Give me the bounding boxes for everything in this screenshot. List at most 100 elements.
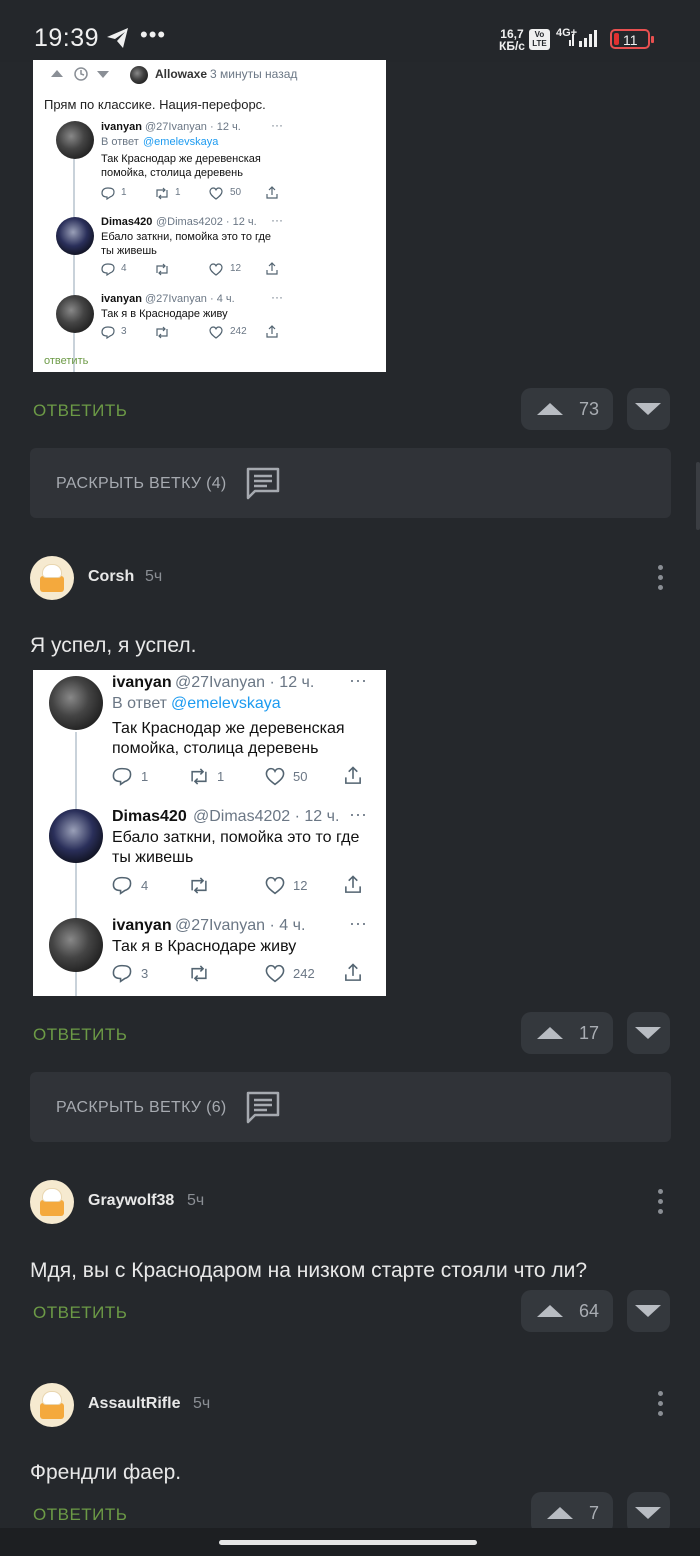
image-header-time: 3 минуты назад	[210, 67, 298, 81]
scrollbar[interactable]	[696, 462, 700, 530]
tweet-author: ivanyan	[101, 121, 142, 133]
reply-to-label: В ответ	[112, 695, 168, 712]
comment-text: Я успел, я успел.	[30, 634, 197, 657]
tweet-text: Так я в Краснодаре живу	[112, 938, 297, 955]
expand-thread-label: РАСКРЫТЬ ВЕТКУ (4)	[56, 475, 227, 492]
tweet-author: Dimas420	[101, 216, 153, 228]
thread-line	[73, 156, 75, 372]
more-icon: ···	[271, 290, 283, 304]
reply-button[interactable]: ОТВЕТИТЬ	[33, 1303, 127, 1323]
tweet-handle: @27Ivanyan · 12 ч.	[145, 121, 241, 133]
more-icon: ···	[349, 913, 367, 933]
share-icon	[345, 875, 361, 893]
reply-icon	[112, 964, 132, 983]
retweet-icon	[156, 187, 168, 200]
retweet-icon	[191, 965, 207, 982]
clock: 19:39	[34, 24, 100, 52]
more-notifications-icon: •••	[140, 22, 167, 47]
reply-icon	[101, 326, 115, 339]
expand-thread-label: РАСКРЫТЬ ВЕТКУ (6)	[56, 1099, 227, 1116]
tweet-author: Dimas420	[112, 808, 187, 825]
like-count: 12	[293, 878, 308, 893]
reply-icon	[101, 187, 115, 200]
downvote-button[interactable]	[627, 388, 670, 430]
more-menu-icon[interactable]	[658, 1391, 664, 1421]
upvote-button[interactable]: 73	[521, 388, 613, 430]
expand-thread-button[interactable]: РАСКРЫТЬ ВЕТКУ (4)	[30, 448, 671, 518]
share-icon	[345, 766, 361, 784]
image-reply-label: ответить	[44, 355, 89, 367]
arrow-down-icon	[635, 1305, 661, 1317]
reply-icon	[112, 876, 132, 895]
author-name[interactable]: AssaultRifle	[88, 1395, 180, 1413]
tweet-handle: @Dimas4202 · 12 ч.	[193, 808, 340, 825]
network-speed: 16,7 КБ/с	[499, 27, 525, 53]
upvote-button[interactable]: 17	[521, 1012, 613, 1054]
more-menu-icon[interactable]	[658, 565, 664, 595]
reply-count: 1	[121, 187, 127, 198]
more-icon: ···	[271, 213, 283, 227]
avatar	[130, 66, 148, 84]
retweet-icon	[156, 326, 168, 339]
vote-count: 73	[578, 399, 599, 419]
tweet-author: ivanyan	[112, 917, 172, 934]
image-comment-text: Прям по классике. Нация-перефорс.	[44, 97, 266, 112]
more-icon: ···	[349, 804, 367, 824]
reply-button[interactable]: ОТВЕТИТЬ	[33, 401, 127, 421]
more-menu-icon[interactable]	[658, 1189, 664, 1219]
more-icon: ···	[349, 670, 367, 690]
like-icon	[265, 964, 285, 983]
reply-count: 1	[141, 769, 149, 784]
tweet-handle: @27Ivanyan · 4 ч.	[145, 293, 235, 305]
like-icon	[265, 876, 285, 895]
author-name[interactable]: Graywolf38	[88, 1192, 174, 1210]
avatar	[49, 809, 103, 863]
avatar	[56, 121, 94, 159]
upvote-button[interactable]: 64	[521, 1290, 613, 1332]
image-header-user: Allowaxe	[155, 67, 208, 81]
mention-link: @emelevskaya	[143, 136, 219, 148]
vote-controls-icon	[51, 67, 109, 81]
reply-button[interactable]: ОТВЕТИТЬ	[33, 1025, 127, 1045]
tweet-handle: @Dimas4202 · 12 ч.	[156, 216, 257, 228]
arrow-up-icon	[537, 1027, 563, 1039]
comment-image-screenshot[interactable]: Allowaxe 3 минуты назад Прям по классике…	[33, 60, 386, 372]
like-count: 12	[230, 263, 242, 274]
avatar[interactable]	[30, 1383, 74, 1427]
retweet-icon	[191, 877, 207, 894]
expand-thread-button[interactable]: РАСКРЫТЬ ВЕТКУ (6)	[30, 1072, 671, 1142]
retweet-icon	[191, 768, 207, 785]
like-count: 242	[230, 326, 247, 337]
reply-to-label: В ответ	[101, 136, 139, 148]
signal-icon	[568, 28, 602, 53]
author-name[interactable]: Corsh	[88, 568, 134, 586]
downvote-button[interactable]	[627, 1012, 670, 1054]
comment-time: 5ч	[145, 568, 163, 585]
arrow-up-icon	[547, 1507, 573, 1519]
home-gesture-handle[interactable]	[219, 1540, 477, 1545]
comment-image-screenshot[interactable]: ivanyan @27Ivanyan · 12 ч. ··· В ответ @…	[33, 670, 386, 996]
arrow-down-icon	[635, 1507, 661, 1519]
avatar[interactable]	[30, 1180, 74, 1224]
like-icon	[209, 326, 223, 339]
retweet-icon	[156, 263, 168, 276]
telegram-icon	[106, 27, 130, 54]
comment-time: 5ч	[193, 1395, 211, 1412]
vote-count: 7	[588, 1503, 599, 1523]
battery-icon: 11	[610, 29, 654, 49]
like-count: 50	[230, 187, 242, 198]
tweet-text: ты живешь	[101, 245, 157, 257]
tweet-text: Ебало заткни, помойка это то где	[101, 231, 272, 243]
share-icon	[266, 186, 278, 199]
tweet-author: ivanyan	[101, 293, 142, 305]
volte-icon: Vo LTE	[529, 29, 550, 50]
vote-count: 64	[578, 1301, 599, 1321]
tweet-text: помойка, столица деревень	[112, 740, 319, 757]
comments-icon	[246, 1091, 280, 1124]
reply-button[interactable]: ОТВЕТИТЬ	[33, 1505, 127, 1525]
avatar[interactable]	[30, 556, 74, 600]
downvote-button[interactable]	[627, 1290, 670, 1332]
share-icon	[345, 963, 361, 981]
like-icon	[209, 263, 223, 276]
arrow-up-icon	[537, 403, 563, 415]
